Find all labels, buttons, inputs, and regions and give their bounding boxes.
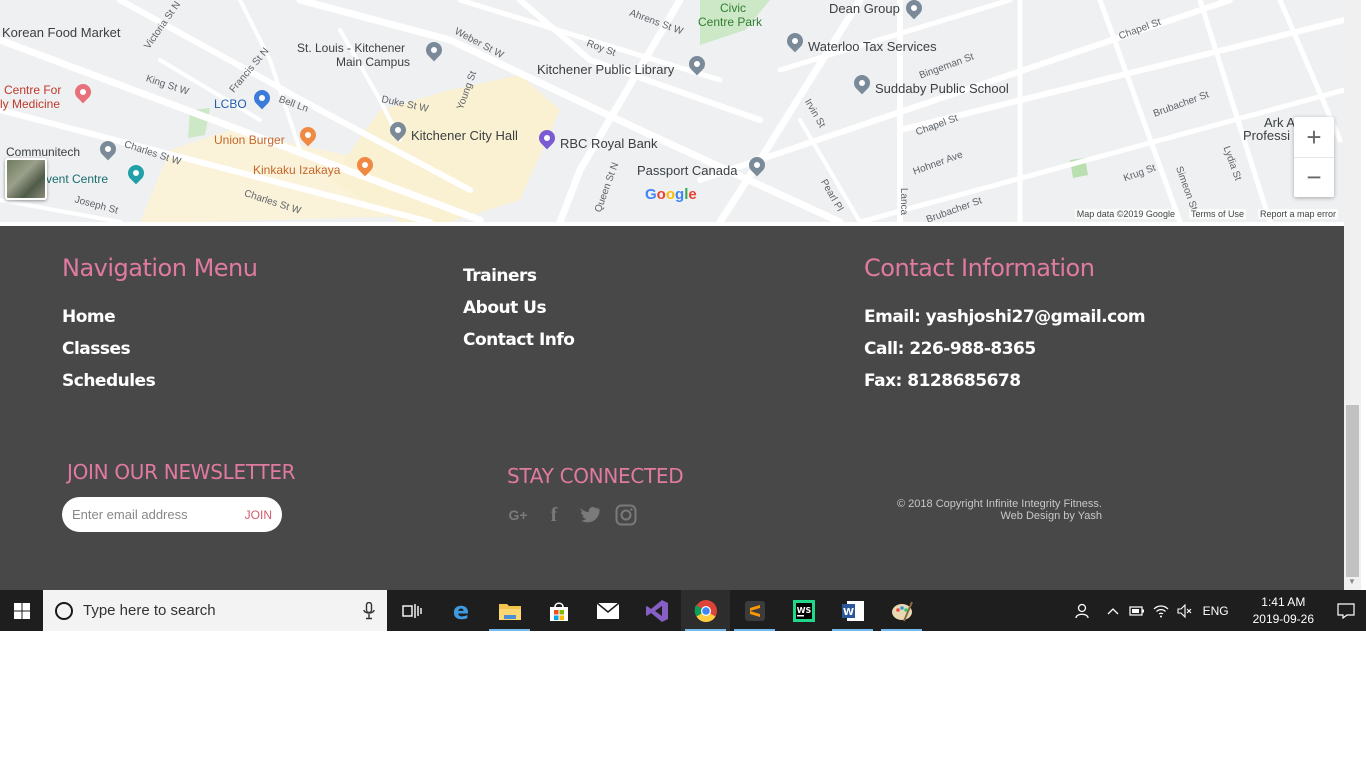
start-button[interactable] <box>0 590 43 631</box>
map-data-credit: Map data ©2019 Google <box>1074 209 1177 219</box>
windows-logo-icon <box>13 602 30 619</box>
navigation-menu-heading: Navigation Menu <box>62 254 258 282</box>
google-logo: Google <box>645 186 697 203</box>
windows-taskbar: Type here to search e WS W ENG 1:41 AM 2… <box>0 590 1366 631</box>
volume-muted-icon[interactable] <box>1173 590 1197 631</box>
map-zoom-control: + − <box>1294 117 1334 197</box>
scroll-down-arrow-icon[interactable]: ▼ <box>1348 577 1356 586</box>
svg-text:WS: WS <box>796 606 811 615</box>
report-map-error-link[interactable]: Report a map error <box>1257 209 1338 219</box>
nav-link-contact-info[interactable]: Contact Info <box>463 330 575 350</box>
clock-time: 1:41 AM <box>1261 594 1306 609</box>
site-footer: Navigation Menu Home Classes Schedules T… <box>0 226 1344 590</box>
stay-connected-heading: STAY CONNECTED <box>507 464 684 488</box>
svg-text:W: W <box>842 607 853 618</box>
taskbar-search-box[interactable]: Type here to search <box>43 590 387 631</box>
word-icon[interactable]: W <box>828 590 877 631</box>
show-hidden-icons-chevron-icon[interactable] <box>1101 590 1125 631</box>
map-label-kitchener-city-hall: Kitchener City Hall <box>411 128 518 143</box>
street-lancaster: Lanca <box>898 187 910 216</box>
cortana-icon <box>55 601 73 620</box>
map-label-medicine: ly Medicine <box>0 97 61 111</box>
map-label-civic-2: Centre Park <box>698 15 763 29</box>
map-label-waterloo-tax: Waterloo Tax Services <box>808 39 937 54</box>
store-icon[interactable] <box>534 590 583 631</box>
wifi-icon[interactable] <box>1149 590 1173 631</box>
copyright-line: © 2018 Copyright Infinite Integrity Fitn… <box>897 498 1102 510</box>
copyright-text: © 2018 Copyright Infinite Integrity Fitn… <box>897 498 1102 522</box>
language-indicator[interactable]: ENG <box>1197 604 1241 618</box>
nav-link-home[interactable]: Home <box>62 307 116 327</box>
map-label-kinkaku: Kinkaku Izakaya <box>253 163 341 177</box>
chrome-icon[interactable] <box>681 590 730 631</box>
nav-link-trainers[interactable]: Trainers <box>463 266 537 286</box>
contact-information-heading: Contact Information <box>864 254 1095 282</box>
newsletter-form: JOIN <box>62 497 282 532</box>
map-label-civic-1: Civic <box>720 1 746 15</box>
social-links: G+ f <box>507 504 637 526</box>
sublime-text-icon[interactable] <box>730 590 779 631</box>
zoom-out-button[interactable]: − <box>1294 157 1334 197</box>
visual-studio-icon[interactable] <box>632 590 681 631</box>
map-label-ark-2: Professi <box>1243 128 1290 143</box>
newsletter-email-input[interactable] <box>72 507 239 522</box>
map-attribution: Map data ©2019 Google Terms of Use Repor… <box>1074 209 1338 219</box>
people-icon[interactable] <box>1071 590 1095 631</box>
facebook-icon[interactable]: f <box>543 504 565 526</box>
twitter-icon[interactable] <box>579 504 601 526</box>
map-label-centre-for: Centre For <box>4 83 62 97</box>
paint-icon[interactable] <box>877 590 926 631</box>
newsletter-heading: JOIN OUR NEWSLETTER <box>67 460 296 484</box>
satellite-toggle[interactable] <box>5 158 47 200</box>
google-map[interactable]: Korean Food Market Centre For ly Medicin… <box>0 0 1344 222</box>
instagram-icon[interactable] <box>615 504 637 526</box>
browser-viewport: Korean Food Market Centre For ly Medicin… <box>0 0 1344 590</box>
newsletter-join-button[interactable]: JOIN <box>239 508 272 522</box>
edge-icon[interactable]: e <box>436 590 485 631</box>
action-center-icon[interactable] <box>1326 590 1366 631</box>
mail-icon[interactable] <box>583 590 632 631</box>
map-label-event-centre: Event Centre <box>38 172 109 186</box>
map-label-passport-canada: Passport Canada <box>637 163 738 178</box>
contact-email: Email: yashjoshi27@gmail.com <box>864 307 1146 327</box>
battery-icon[interactable] <box>1125 590 1149 631</box>
zoom-in-button[interactable]: + <box>1294 117 1334 157</box>
file-explorer-icon[interactable] <box>485 590 534 631</box>
map-label-rbc-royal-bank: RBC Royal Bank <box>560 136 658 151</box>
map-label-st-louis-1: St. Louis - Kitchener <box>297 41 406 55</box>
contact-fax: Fax: 8128685678 <box>864 371 1021 391</box>
map-label-communitech: Communitech <box>6 145 81 159</box>
scrollbar-thumb[interactable] <box>1346 405 1359 577</box>
map-label-dean-group: Dean Group <box>829 1 900 16</box>
task-view-icon[interactable] <box>387 590 436 631</box>
map-label-kitchener-public-library: Kitchener Public Library <box>537 62 675 77</box>
page-scrollbar[interactable]: ▼ <box>1344 0 1361 590</box>
svg-text:e: e <box>452 598 468 624</box>
web-design-credit: Web Design by Yash <box>1000 510 1102 522</box>
nav-link-classes[interactable]: Classes <box>62 339 131 359</box>
map-label-union-burger: Union Burger <box>214 133 285 147</box>
map-label-suddaby: Suddaby Public School <box>875 81 1009 96</box>
microphone-icon[interactable] <box>363 601 375 620</box>
terms-of-use-link[interactable]: Terms of Use <box>1188 209 1246 219</box>
system-tray: ENG 1:41 AM 2019-09-26 <box>1071 590 1366 631</box>
map-label-st-louis-2: Main Campus <box>336 55 411 69</box>
taskbar-search-placeholder: Type here to search <box>83 602 216 619</box>
map-label-korean-food-market: Korean Food Market <box>2 25 121 40</box>
clock-date: 2019-09-26 <box>1252 611 1314 626</box>
google-plus-icon[interactable]: G+ <box>507 504 529 526</box>
nav-link-schedules[interactable]: Schedules <box>62 371 156 391</box>
taskbar-clock[interactable]: 1:41 AM 2019-09-26 <box>1241 594 1326 628</box>
contact-phone: Call: 226-988-8365 <box>864 339 1036 359</box>
webstorm-icon[interactable]: WS <box>779 590 828 631</box>
map-label-lcbo: LCBO <box>214 97 247 111</box>
nav-link-about-us[interactable]: About Us <box>463 298 547 318</box>
